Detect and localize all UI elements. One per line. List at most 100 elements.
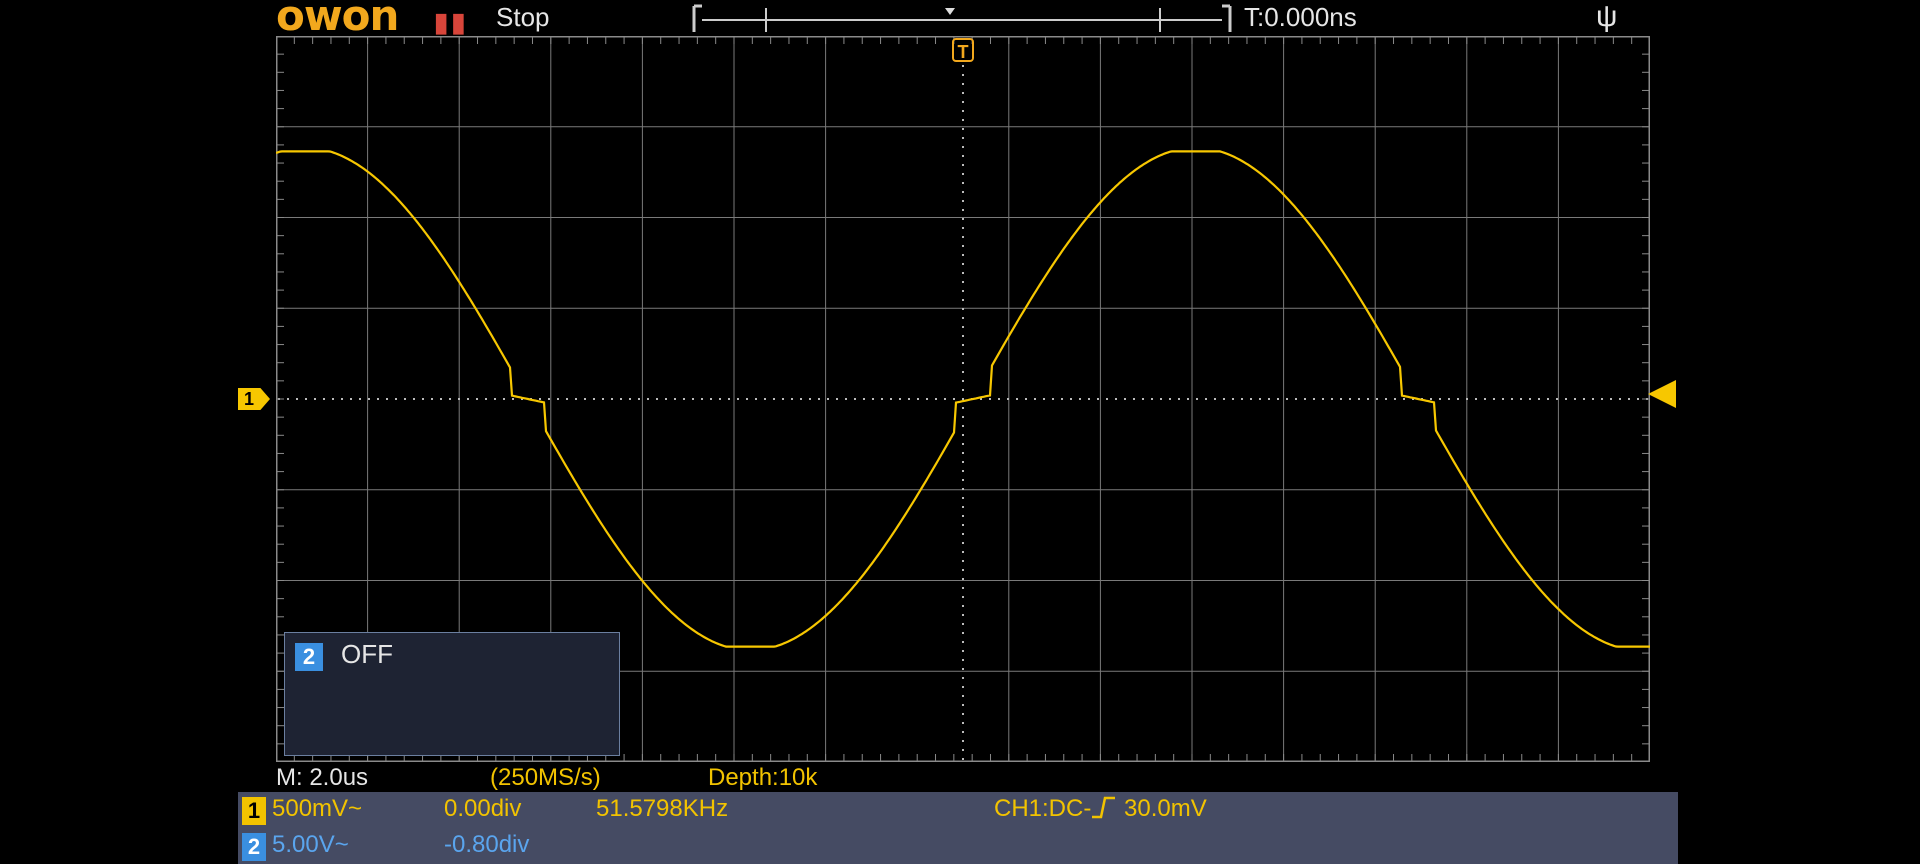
- center-axis-dot: [1403, 398, 1405, 400]
- pause-icon[interactable]: ▮▮: [434, 7, 469, 38]
- center-axis-dot: [962, 299, 964, 301]
- ch2-status-panel: 2 OFF: [284, 632, 620, 756]
- center-axis-dot: [962, 65, 964, 67]
- center-axis-dot: [341, 398, 343, 400]
- center-axis-dot: [395, 398, 397, 400]
- center-axis-dot: [1367, 398, 1369, 400]
- oscilloscope-screen: owon ▮▮ Stop T:0.000ns ψ T 1 2 OFF M: 2.…: [238, 0, 1678, 864]
- run-state: Stop: [496, 2, 550, 32]
- center-axis-dot: [962, 758, 964, 760]
- center-axis-dot: [1277, 398, 1279, 400]
- center-axis-dot: [962, 74, 964, 76]
- center-axis-dot: [962, 308, 964, 310]
- center-axis-dot: [962, 110, 964, 112]
- center-axis-dot: [1151, 398, 1153, 400]
- rising-edge-icon: [1092, 796, 1116, 819]
- center-axis-dot: [1376, 398, 1378, 400]
- center-axis-dot: [962, 164, 964, 166]
- center-axis-dot: [1025, 398, 1027, 400]
- sample-rate: (250MS/s): [490, 764, 601, 791]
- center-axis-dot: [917, 398, 919, 400]
- ch2-status-row[interactable]: 2 5.00V~ -0.80div: [238, 828, 1678, 864]
- center-axis-dot: [1043, 398, 1045, 400]
- trigger-delay: T:0.000ns: [1244, 2, 1357, 32]
- center-axis-dot: [1007, 398, 1009, 400]
- center-axis-dot: [962, 695, 964, 697]
- center-axis-dot: [890, 398, 892, 400]
- center-axis-dot: [728, 398, 730, 400]
- center-axis-dot: [863, 398, 865, 400]
- trigger-level-marker[interactable]: [1648, 380, 1676, 408]
- center-axis-dot: [962, 236, 964, 238]
- center-axis-dot: [962, 209, 964, 211]
- brand-logo: owon: [276, 0, 399, 40]
- trigger-level: 30.0mV: [1124, 795, 1207, 822]
- center-axis-dot: [962, 668, 964, 670]
- memory-position-bar[interactable]: [692, 4, 1232, 34]
- center-axis-dot: [962, 407, 964, 409]
- center-axis-dot: [962, 155, 964, 157]
- center-axis-dot: [962, 524, 964, 526]
- center-axis-dot: [1016, 398, 1018, 400]
- ch1-scale: 500mV~: [272, 795, 363, 822]
- center-axis-dot: [1601, 398, 1603, 400]
- center-axis-dot: [494, 398, 496, 400]
- center-axis-dot: [1061, 398, 1063, 400]
- center-axis-dot: [1268, 398, 1270, 400]
- center-axis-dot: [1214, 398, 1216, 400]
- center-axis-dot: [1142, 398, 1144, 400]
- center-axis-dot: [962, 326, 964, 328]
- center-axis-dot: [962, 362, 964, 364]
- center-axis-dot: [962, 614, 964, 616]
- center-axis-dot: [1106, 398, 1108, 400]
- center-axis-dot: [800, 398, 802, 400]
- center-axis-dot: [602, 398, 604, 400]
- center-axis-dot: [332, 398, 334, 400]
- center-axis-dot: [359, 398, 361, 400]
- center-axis-dot: [962, 479, 964, 481]
- center-axis-dot: [962, 749, 964, 751]
- channel-status-bar: 1 500mV~ 0.00div 51.5798KHz CH1:DC- 30.0…: [238, 792, 1678, 864]
- center-axis-dot: [962, 533, 964, 535]
- center-axis-dot: [557, 398, 559, 400]
- center-axis-dot: [1493, 398, 1495, 400]
- center-axis-dot: [872, 398, 874, 400]
- center-axis-dot: [692, 398, 694, 400]
- center-axis-dot: [1178, 398, 1180, 400]
- center-axis-dot: [1610, 398, 1612, 400]
- center-axis-dot: [962, 227, 964, 229]
- center-axis-dot: [323, 398, 325, 400]
- center-axis-dot: [962, 632, 964, 634]
- center-axis-dot: [962, 371, 964, 373]
- center-axis-dot: [899, 398, 901, 400]
- center-axis-dot: [1295, 398, 1297, 400]
- center-axis-dot: [719, 398, 721, 400]
- ch1-status-row[interactable]: 1 500mV~ 0.00div 51.5798KHz CH1:DC- 30.0…: [238, 792, 1678, 828]
- ch1-badge: 1: [242, 797, 266, 825]
- center-axis-dot: [422, 398, 424, 400]
- center-axis-dot: [458, 398, 460, 400]
- center-axis-dot: [1322, 398, 1324, 400]
- center-axis-dot: [962, 722, 964, 724]
- ch1-ground-marker[interactable]: 1: [238, 388, 270, 410]
- center-axis-dot: [1457, 398, 1459, 400]
- ch2-state: OFF: [341, 639, 393, 669]
- center-axis-dot: [881, 398, 883, 400]
- center-axis-dot: [1637, 398, 1639, 400]
- center-axis-dot: [962, 200, 964, 202]
- center-axis-dot: [962, 263, 964, 265]
- trigger-position-marker[interactable]: T: [952, 38, 974, 62]
- center-axis-dot: [962, 596, 964, 598]
- center-axis-dot: [1070, 398, 1072, 400]
- center-axis-dot: [1340, 398, 1342, 400]
- center-axis-dot: [1592, 398, 1594, 400]
- trigger-setting: CH1:DC- 30.0mV: [994, 795, 1207, 823]
- center-axis-dot: [1313, 398, 1315, 400]
- center-axis-dot: [746, 398, 748, 400]
- center-axis-dot: [1448, 398, 1450, 400]
- center-axis-dot: [989, 398, 991, 400]
- center-axis-dot: [656, 398, 658, 400]
- center-axis-dot: [1358, 398, 1360, 400]
- center-axis-dot: [1502, 398, 1504, 400]
- center-axis-dot: [638, 398, 640, 400]
